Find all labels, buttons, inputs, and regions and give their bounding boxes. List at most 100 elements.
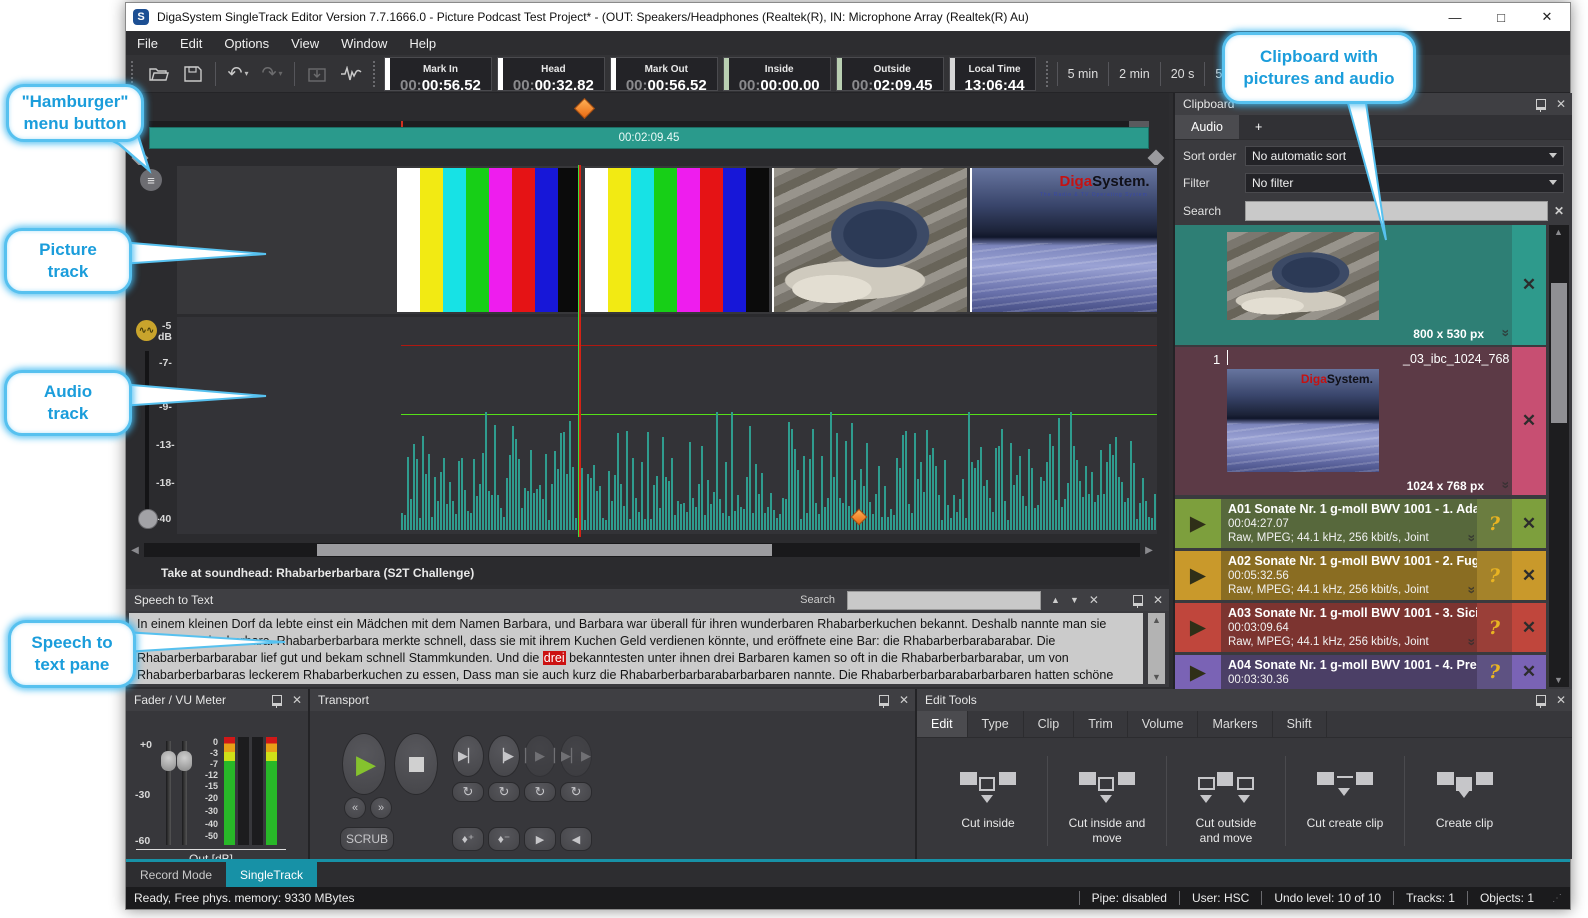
- hscroll-left-arrow[interactable]: ◀: [126, 545, 144, 556]
- delete-item-icon[interactable]: ✕: [1512, 655, 1546, 689]
- hscroll-track[interactable]: [144, 543, 1140, 557]
- clipboard-scrollbar[interactable]: ▲ ▼: [1549, 225, 1569, 687]
- fader-knob-right[interactable]: [177, 751, 192, 771]
- time-field-outside[interactable]: Outside00:02:09.45: [836, 57, 944, 91]
- clipboard-item-audio-a01[interactable]: ▶ A01 Sonate Nr. 1 g-moll BWV 1001 - 1. …: [1175, 499, 1546, 548]
- play-from-mark-button[interactable]: ▕▶: [488, 735, 520, 777]
- play-to-mark-button[interactable]: ▶▏: [452, 735, 484, 777]
- toolbar-grip-3[interactable]: [1046, 61, 1052, 87]
- scroll-up-icon[interactable]: ▲: [1554, 227, 1563, 237]
- expand-chevron-icon[interactable]: «: [1496, 329, 1512, 337]
- picture-thumb-lizard[interactable]: [772, 168, 967, 312]
- forward-button[interactable]: »: [370, 797, 392, 819]
- resize-grip[interactable]: ⋰: [1552, 893, 1562, 904]
- filter-dropdown[interactable]: No filter: [1245, 173, 1564, 193]
- timeline-range-bar[interactable]: 00:02:09.45: [149, 127, 1149, 149]
- close-button[interactable]: ✕: [1524, 3, 1570, 31]
- audio-track-icon[interactable]: ∿∿: [136, 320, 157, 341]
- menu-window[interactable]: Window: [330, 31, 398, 55]
- time-field-head[interactable]: Head00:00:32.82: [497, 57, 605, 91]
- clipboard-scroll-thumb[interactable]: [1551, 283, 1567, 423]
- search-prev-icon[interactable]: ▲: [1051, 595, 1060, 605]
- expand-chevron-icon[interactable]: «: [1462, 534, 1477, 542]
- maximize-button[interactable]: □: [1478, 3, 1524, 31]
- prelisten-ear-icon[interactable]: ?: [1477, 499, 1512, 548]
- tool-cut-create-clip[interactable]: Cut create clip: [1286, 756, 1405, 846]
- expand-chevron-icon[interactable]: «: [1462, 638, 1477, 646]
- timeline-right-handle[interactable]: [1148, 150, 1165, 167]
- clipboard-item-picture-2[interactable]: 1 _03_ibc_1024_768 DigaSystem. 1024 x 76…: [1175, 347, 1546, 495]
- play-item-icon[interactable]: ▶: [1175, 655, 1221, 689]
- fader-close-icon[interactable]: ✕: [292, 693, 302, 707]
- clipboard-thumb-digasystem[interactable]: DigaSystem.: [1227, 369, 1379, 472]
- speech-pin-icon[interactable]: [1133, 595, 1143, 606]
- edit-tools-tab-type[interactable]: Type: [968, 711, 1024, 737]
- loop-button-2[interactable]: ↻: [488, 782, 520, 802]
- delete-item-icon[interactable]: ✕: [1512, 499, 1546, 548]
- fader-pin-icon[interactable]: [272, 695, 282, 706]
- play-item-icon[interactable]: ▶: [1175, 603, 1221, 652]
- zoom-2min-button[interactable]: 2 min: [1108, 62, 1160, 86]
- toolbar-grip-2[interactable]: [373, 61, 379, 87]
- tab-record-mode[interactable]: Record Mode: [126, 862, 226, 887]
- remove-marker-button[interactable]: ♦⁻: [488, 827, 520, 851]
- scrub-button[interactable]: SCRUB: [340, 827, 394, 851]
- clipboard-thumb-lizard[interactable]: [1227, 232, 1379, 320]
- delete-item-icon[interactable]: ✕: [1512, 347, 1546, 495]
- clipboard-tab-audio[interactable]: Audio: [1175, 115, 1239, 139]
- tool-cut-outside-and-move[interactable]: Cut outsideand move: [1167, 756, 1286, 846]
- menu-file[interactable]: File: [126, 31, 169, 55]
- rewind-button[interactable]: «: [344, 797, 366, 819]
- clipboard-close-icon[interactable]: ✕: [1556, 97, 1566, 111]
- audio-volume-slider-track[interactable]: [145, 351, 149, 517]
- time-field-mark-in[interactable]: Mark In00:00:56.52: [384, 57, 492, 91]
- prev-marker-button[interactable]: ◀: [560, 827, 592, 851]
- tool-cut-inside-and-move[interactable]: Cut inside andmove: [1048, 756, 1167, 846]
- delete-item-icon[interactable]: ✕: [1512, 603, 1546, 652]
- undo-icon[interactable]: ↶▾: [223, 61, 253, 87]
- sort-order-dropdown[interactable]: No automatic sort: [1245, 146, 1564, 166]
- edit-tools-tab-shift[interactable]: Shift: [1273, 711, 1327, 737]
- minimize-button[interactable]: —: [1432, 3, 1478, 31]
- clipboard-search-clear-icon[interactable]: ✕: [1554, 204, 1564, 218]
- play-item-icon[interactable]: ▶: [1175, 499, 1221, 548]
- clipboard-pin-icon[interactable]: [1536, 99, 1546, 110]
- tab-singletrack[interactable]: SingleTrack: [226, 862, 317, 887]
- audio-volume-slider-knob[interactable]: [138, 509, 158, 529]
- clipboard-tab-add[interactable]: +: [1239, 115, 1278, 139]
- edit-tools-tab-clip[interactable]: Clip: [1024, 711, 1075, 737]
- edit-tools-tab-trim[interactable]: Trim: [1074, 711, 1128, 737]
- open-file-icon[interactable]: [144, 61, 174, 87]
- tool-cut-inside[interactable]: Cut inside: [929, 756, 1048, 846]
- clipboard-item-audio-a02[interactable]: ▶ A02 Sonate Nr. 1 g-moll BWV 1001 - 2. …: [1175, 551, 1546, 600]
- playhead[interactable]: [578, 165, 581, 537]
- picture-thumb-digasystem[interactable]: DigaSystem. The Radio & TV Operating Sys…: [970, 168, 1157, 312]
- expand-chevron-icon[interactable]: «: [1462, 586, 1477, 594]
- search-next-icon[interactable]: ▼: [1070, 595, 1079, 605]
- play-button[interactable]: ▶: [342, 733, 386, 795]
- next-marker-button[interactable]: ▶: [524, 827, 556, 851]
- edit-tools-tab-markers[interactable]: Markers: [1198, 711, 1272, 737]
- audio-waveform[interactable]: [401, 410, 1157, 530]
- play-item-icon[interactable]: ▶: [1175, 551, 1221, 600]
- transport-close-icon[interactable]: ✕: [899, 693, 909, 707]
- speech-scrollbar[interactable]: ▲▼: [1148, 613, 1165, 684]
- time-field-inside[interactable]: Inside00:00:00.00: [723, 57, 831, 91]
- hscroll-thumb[interactable]: [317, 544, 772, 556]
- timeline-position-marker[interactable]: [574, 98, 595, 119]
- hscroll-right-arrow[interactable]: ▶: [1140, 545, 1158, 556]
- scroll-down-icon[interactable]: ▼: [1554, 675, 1563, 685]
- tool-create-clip[interactable]: Create clip: [1405, 756, 1524, 846]
- search-clear-icon[interactable]: ✕: [1089, 593, 1099, 607]
- edit-tools-tab-volume[interactable]: Volume: [1128, 711, 1199, 737]
- picture-thumb-colorbars-1[interactable]: [397, 168, 581, 312]
- prelisten-ear-icon[interactable]: ?: [1477, 551, 1512, 600]
- time-field-local-time[interactable]: Local Time13:06:44: [949, 57, 1036, 91]
- clipboard-item-audio-a03[interactable]: ▶ A03 Sonate Nr. 1 g-moll BWV 1001 - 3. …: [1175, 603, 1546, 652]
- time-field-mark-out[interactable]: Mark Out00:00:56.52: [610, 57, 718, 91]
- loop-button-3[interactable]: ↻: [524, 782, 556, 802]
- delete-item-icon[interactable]: ✕: [1512, 225, 1546, 345]
- speech-scroll-up-icon[interactable]: ▲: [1152, 615, 1161, 625]
- picture-thumb-colorbars-2[interactable]: [585, 168, 769, 312]
- menu-view[interactable]: View: [280, 31, 330, 55]
